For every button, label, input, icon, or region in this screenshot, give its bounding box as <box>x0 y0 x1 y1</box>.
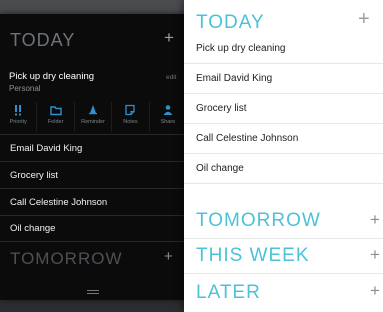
dark-tomorrow-header[interactable]: TOMORROW <box>10 249 123 269</box>
add-tomorrow-button[interactable]: + <box>370 210 380 230</box>
light-task-item[interactable]: Pick up dry cleaning <box>184 34 383 64</box>
exclamation-icon <box>15 105 22 116</box>
folder-button[interactable]: Folder <box>36 102 73 132</box>
tomorrow-section-header[interactable]: TOMORROW <box>196 210 321 232</box>
light-task-panel: TODAY + Pick up dry cleaning Email David… <box>184 0 383 312</box>
dark-task-item[interactable]: Oil change <box>0 215 186 242</box>
folder-icon <box>49 106 62 116</box>
dark-today-header: TODAY <box>10 30 76 50</box>
light-task-item[interactable]: Oil change <box>184 154 383 184</box>
add-this-week-button[interactable]: + <box>370 245 380 265</box>
selected-task-title: Pick up dry cleaning <box>9 71 95 82</box>
dark-task-item[interactable]: Email David King <box>0 134 186 161</box>
notes-label: Notes <box>123 119 138 125</box>
dark-task-item[interactable]: Call Celestine Johnson <box>0 188 186 215</box>
folder-label: Folder <box>47 119 64 125</box>
bell-icon <box>89 105 98 115</box>
this-week-section-header[interactable]: THIS WEEK <box>196 245 310 267</box>
dark-task-list: Email David King Grocery list Call Celes… <box>0 134 186 242</box>
dark-add-today-button[interactable]: + <box>164 28 174 48</box>
share-button[interactable]: Share <box>148 102 186 132</box>
later-section-header[interactable]: LATER <box>196 282 261 304</box>
dark-task-item[interactable]: Grocery list <box>0 161 186 188</box>
light-add-today-button[interactable]: + <box>358 8 370 31</box>
selected-task-folder: Personal <box>9 84 41 93</box>
drag-handle-icon[interactable] <box>87 290 99 295</box>
light-today-header[interactable]: TODAY <box>196 12 265 34</box>
light-task-item[interactable]: Email David King <box>184 64 383 94</box>
edit-task-button[interactable]: edit <box>166 74 176 81</box>
person-icon <box>163 105 173 115</box>
priority-label: Priority <box>9 119 27 125</box>
light-task-item[interactable]: Call Celestine Johnson <box>184 124 383 154</box>
section-divider <box>184 273 383 274</box>
light-task-list: Pick up dry cleaning Email David King Gr… <box>184 34 383 184</box>
task-action-bar: Priority Folder Reminder Notes Share <box>0 102 186 132</box>
share-label: Share <box>160 119 176 125</box>
notes-button[interactable]: Notes <box>111 102 148 132</box>
screenshot-stage: TODAY + Pick up dry cleaning Personal ed… <box>0 0 383 312</box>
dark-task-panel: TODAY + Pick up dry cleaning Personal ed… <box>0 14 186 300</box>
light-task-item[interactable]: Grocery list <box>184 94 383 124</box>
section-divider <box>184 238 383 239</box>
priority-button[interactable]: Priority <box>0 102 36 132</box>
selected-task[interactable]: Pick up dry cleaning Personal <box>9 71 179 93</box>
reminder-label: Reminder <box>81 119 105 125</box>
add-later-button[interactable]: + <box>370 281 380 301</box>
reminder-button[interactable]: Reminder <box>73 102 111 132</box>
note-icon <box>125 104 136 116</box>
dark-add-tomorrow-button[interactable]: + <box>164 248 173 265</box>
